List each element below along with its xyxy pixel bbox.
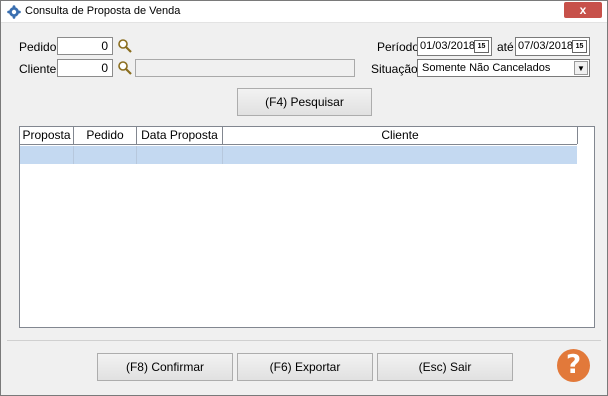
- search-cliente-icon[interactable]: [117, 60, 133, 76]
- cliente-name-field: [135, 59, 355, 77]
- column-header-proposta[interactable]: Proposta: [20, 127, 74, 144]
- results-grid[interactable]: Proposta Pedido Data Proposta Cliente: [19, 126, 595, 328]
- table-cell: [137, 146, 223, 164]
- table-cell: [223, 146, 577, 164]
- calendar-icon[interactable]: 15: [572, 40, 587, 53]
- pedido-label: Pedido:: [19, 40, 60, 54]
- export-button[interactable]: (F6) Exportar: [237, 353, 373, 381]
- periodo-label: Período:: [377, 40, 423, 54]
- cliente-label: Cliente:: [19, 62, 60, 76]
- close-button[interactable]: x: [564, 2, 602, 18]
- situacao-value: Somente Não Cancelados: [422, 62, 551, 74]
- column-header-data-proposta[interactable]: Data Proposta: [137, 127, 223, 144]
- periodo-end-input[interactable]: 07/03/2018 15: [515, 37, 590, 56]
- periodo-start-input[interactable]: 01/03/2018 15: [417, 37, 492, 56]
- confirm-button[interactable]: (F8) Confirmar: [97, 353, 233, 381]
- table-cell: [20, 146, 74, 164]
- grid-header: Proposta Pedido Data Proposta Cliente: [20, 127, 578, 145]
- cliente-code-input[interactable]: 0: [57, 59, 113, 77]
- footer-divider: [7, 340, 601, 341]
- close-icon: x: [579, 3, 587, 17]
- chevron-down-icon[interactable]: ▼: [574, 61, 588, 75]
- search-pedido-icon[interactable]: [117, 38, 133, 54]
- periodo-start-value: 01/03/2018: [420, 40, 476, 52]
- app-gear-icon: [7, 5, 21, 19]
- window-title: Consulta de Proposta de Venda: [25, 5, 181, 17]
- table-cell: [74, 146, 137, 164]
- situacao-select[interactable]: Somente Não Cancelados ▼: [417, 59, 590, 77]
- exit-button[interactable]: (Esc) Sair: [377, 353, 513, 381]
- pedido-input[interactable]: 0: [57, 37, 113, 55]
- column-header-pedido[interactable]: Pedido: [74, 127, 137, 144]
- ate-label: até: [497, 40, 514, 54]
- situacao-label: Situação:: [371, 62, 422, 76]
- periodo-end-value: 07/03/2018: [518, 40, 574, 52]
- search-button[interactable]: (F4) Pesquisar: [237, 88, 372, 116]
- help-icon[interactable]: ?: [557, 349, 590, 382]
- table-row[interactable]: [20, 146, 577, 164]
- column-header-cliente[interactable]: Cliente: [223, 127, 578, 144]
- calendar-icon[interactable]: 15: [474, 40, 489, 53]
- title-bar: Consulta de Proposta de Venda x: [1, 1, 607, 23]
- dialog-window: Consulta de Proposta de Venda x Pedido: …: [0, 0, 608, 396]
